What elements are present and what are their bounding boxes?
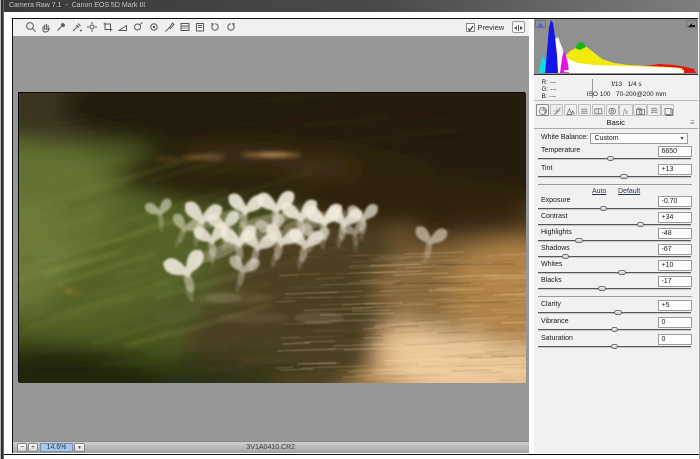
- svg-text:fx: fx: [623, 108, 629, 116]
